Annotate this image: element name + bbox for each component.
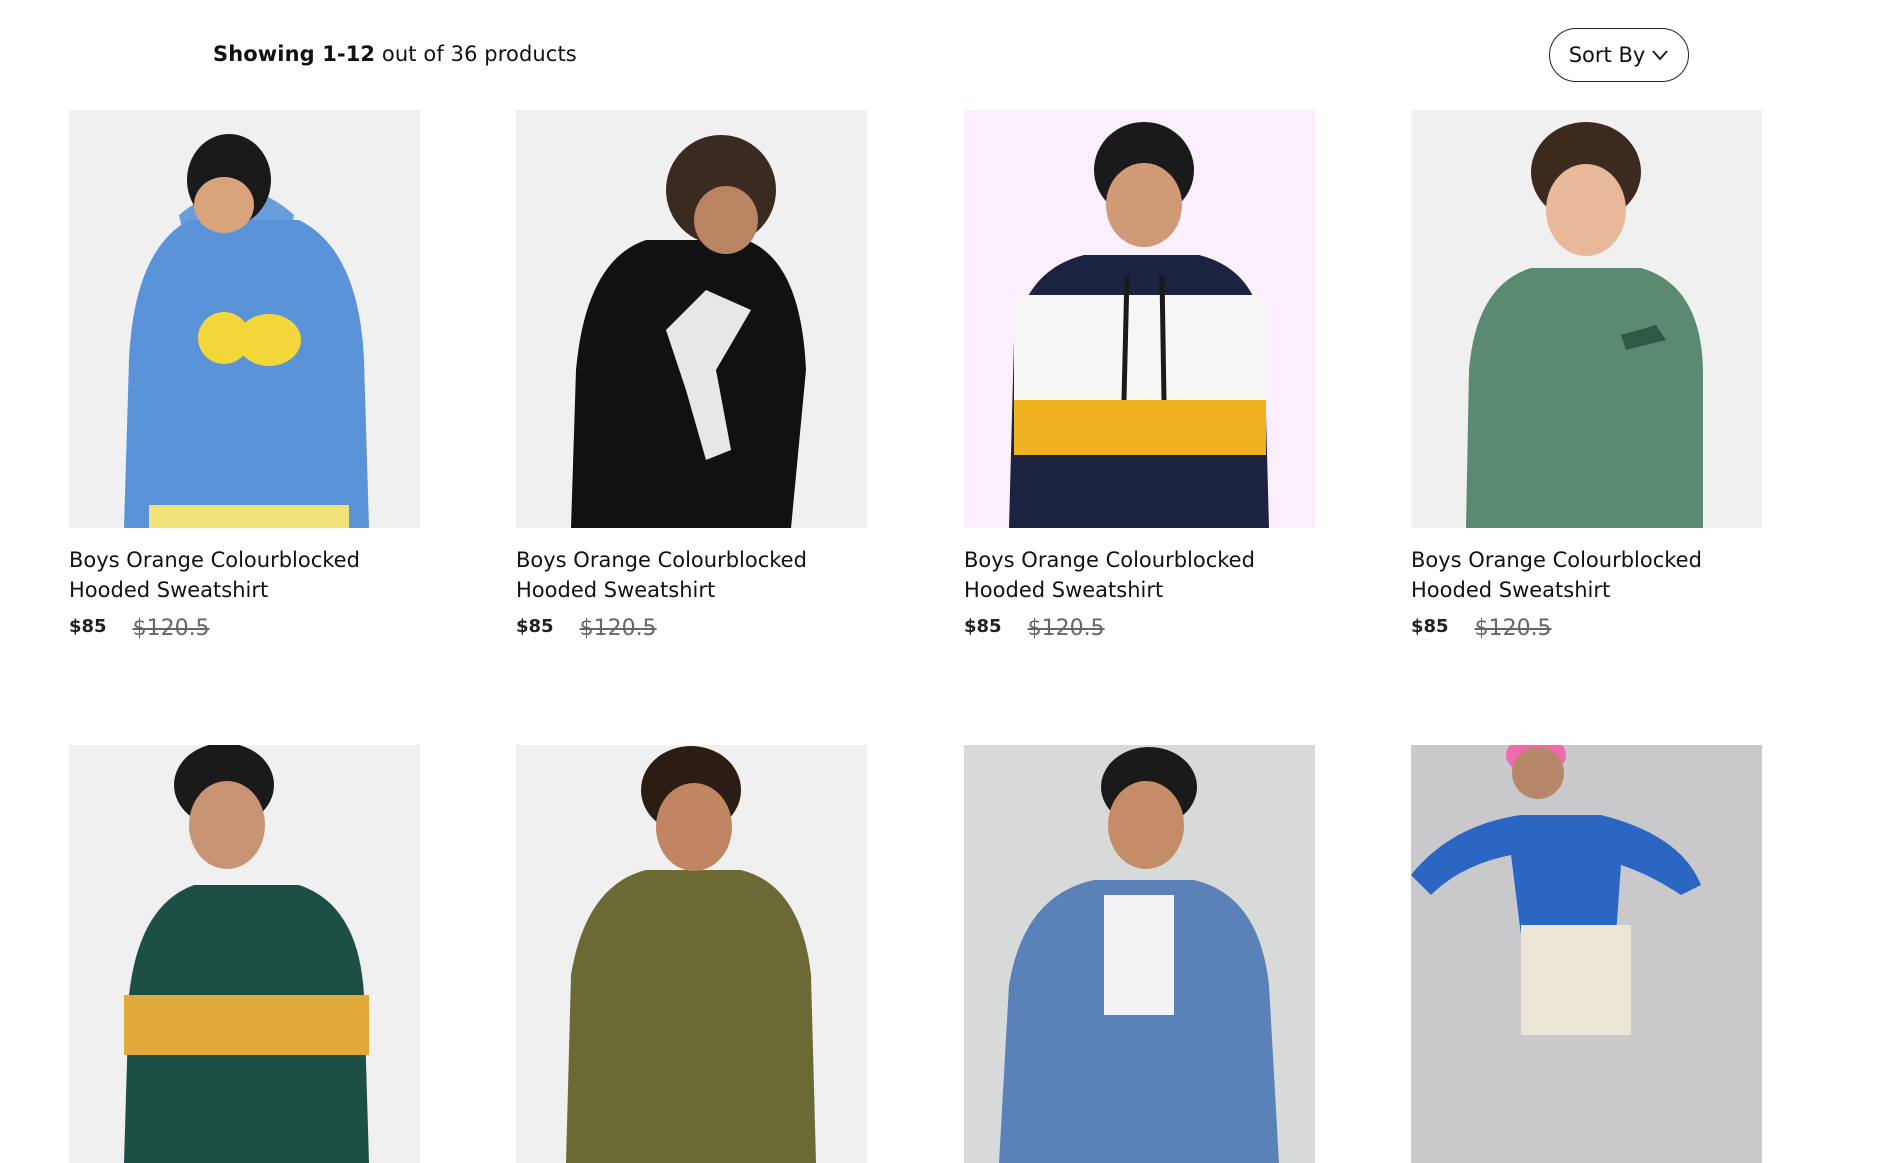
product-prices: $85 $120.5	[69, 613, 420, 641]
black-footballer-hoodie-image	[516, 110, 867, 528]
sort-by-button[interactable]: Sort By	[1549, 28, 1689, 82]
denim-jacket-image	[964, 745, 1315, 1163]
product-count-total: out of 36 products	[375, 42, 577, 66]
product-card[interactable]	[1411, 745, 1762, 1163]
product-card[interactable]	[69, 745, 420, 1163]
product-card[interactable]: Boys Orange Colourblocked Hooded Sweatsh…	[964, 110, 1315, 641]
green-sweatshirt-image	[1411, 110, 1762, 528]
product-count: Showing 1-12 out of 36 products	[213, 42, 577, 66]
blue-lemon-hoodie-image	[69, 110, 420, 528]
blue-sweatshirt-image	[1411, 745, 1762, 1163]
product-image[interactable]	[1411, 745, 1762, 1163]
product-title[interactable]: Boys Orange Colourblocked Hooded Sweatsh…	[516, 545, 867, 605]
product-image[interactable]	[69, 745, 420, 1163]
product-card[interactable]	[516, 745, 867, 1163]
product-prices: $85 $120.5	[1411, 613, 1762, 641]
product-prices: $85 $120.5	[516, 613, 867, 641]
olive-quilted-jacket-image	[516, 745, 867, 1163]
product-image[interactable]	[69, 110, 420, 528]
product-prices: $85 $120.5	[964, 613, 1315, 641]
product-image[interactable]	[964, 110, 1315, 528]
sort-by-label: Sort By	[1568, 43, 1646, 67]
product-original-price: $120.5	[132, 616, 210, 641]
product-price: $85	[1411, 616, 1449, 637]
product-price: $85	[516, 616, 554, 637]
product-card[interactable]: Boys Orange Colourblocked Hooded Sweatsh…	[516, 110, 867, 641]
green-track-jacket-image	[69, 745, 420, 1163]
product-card[interactable]	[964, 745, 1315, 1163]
product-image[interactable]	[964, 745, 1315, 1163]
product-price: $85	[69, 616, 107, 637]
product-price: $85	[964, 616, 1002, 637]
product-card[interactable]: Boys Orange Colourblocked Hooded Sweatsh…	[69, 110, 420, 641]
product-card[interactable]: Boys Orange Colourblocked Hooded Sweatsh…	[1411, 110, 1762, 641]
product-image[interactable]	[516, 110, 867, 528]
listing-toolbar: Showing 1-12 out of 36 products Sort By	[0, 0, 1883, 108]
product-original-price: $120.5	[1027, 616, 1105, 641]
product-image[interactable]	[516, 745, 867, 1163]
product-image[interactable]	[1411, 110, 1762, 528]
chevron-down-icon	[1651, 49, 1669, 61]
colourblock-hoodie-image	[964, 110, 1315, 528]
product-original-price: $120.5	[1474, 616, 1552, 641]
product-title[interactable]: Boys Orange Colourblocked Hooded Sweatsh…	[1411, 545, 1762, 605]
product-original-price: $120.5	[579, 616, 657, 641]
product-count-range: Showing 1-12	[213, 42, 376, 66]
product-title[interactable]: Boys Orange Colourblocked Hooded Sweatsh…	[964, 545, 1315, 605]
product-title[interactable]: Boys Orange Colourblocked Hooded Sweatsh…	[69, 545, 420, 605]
